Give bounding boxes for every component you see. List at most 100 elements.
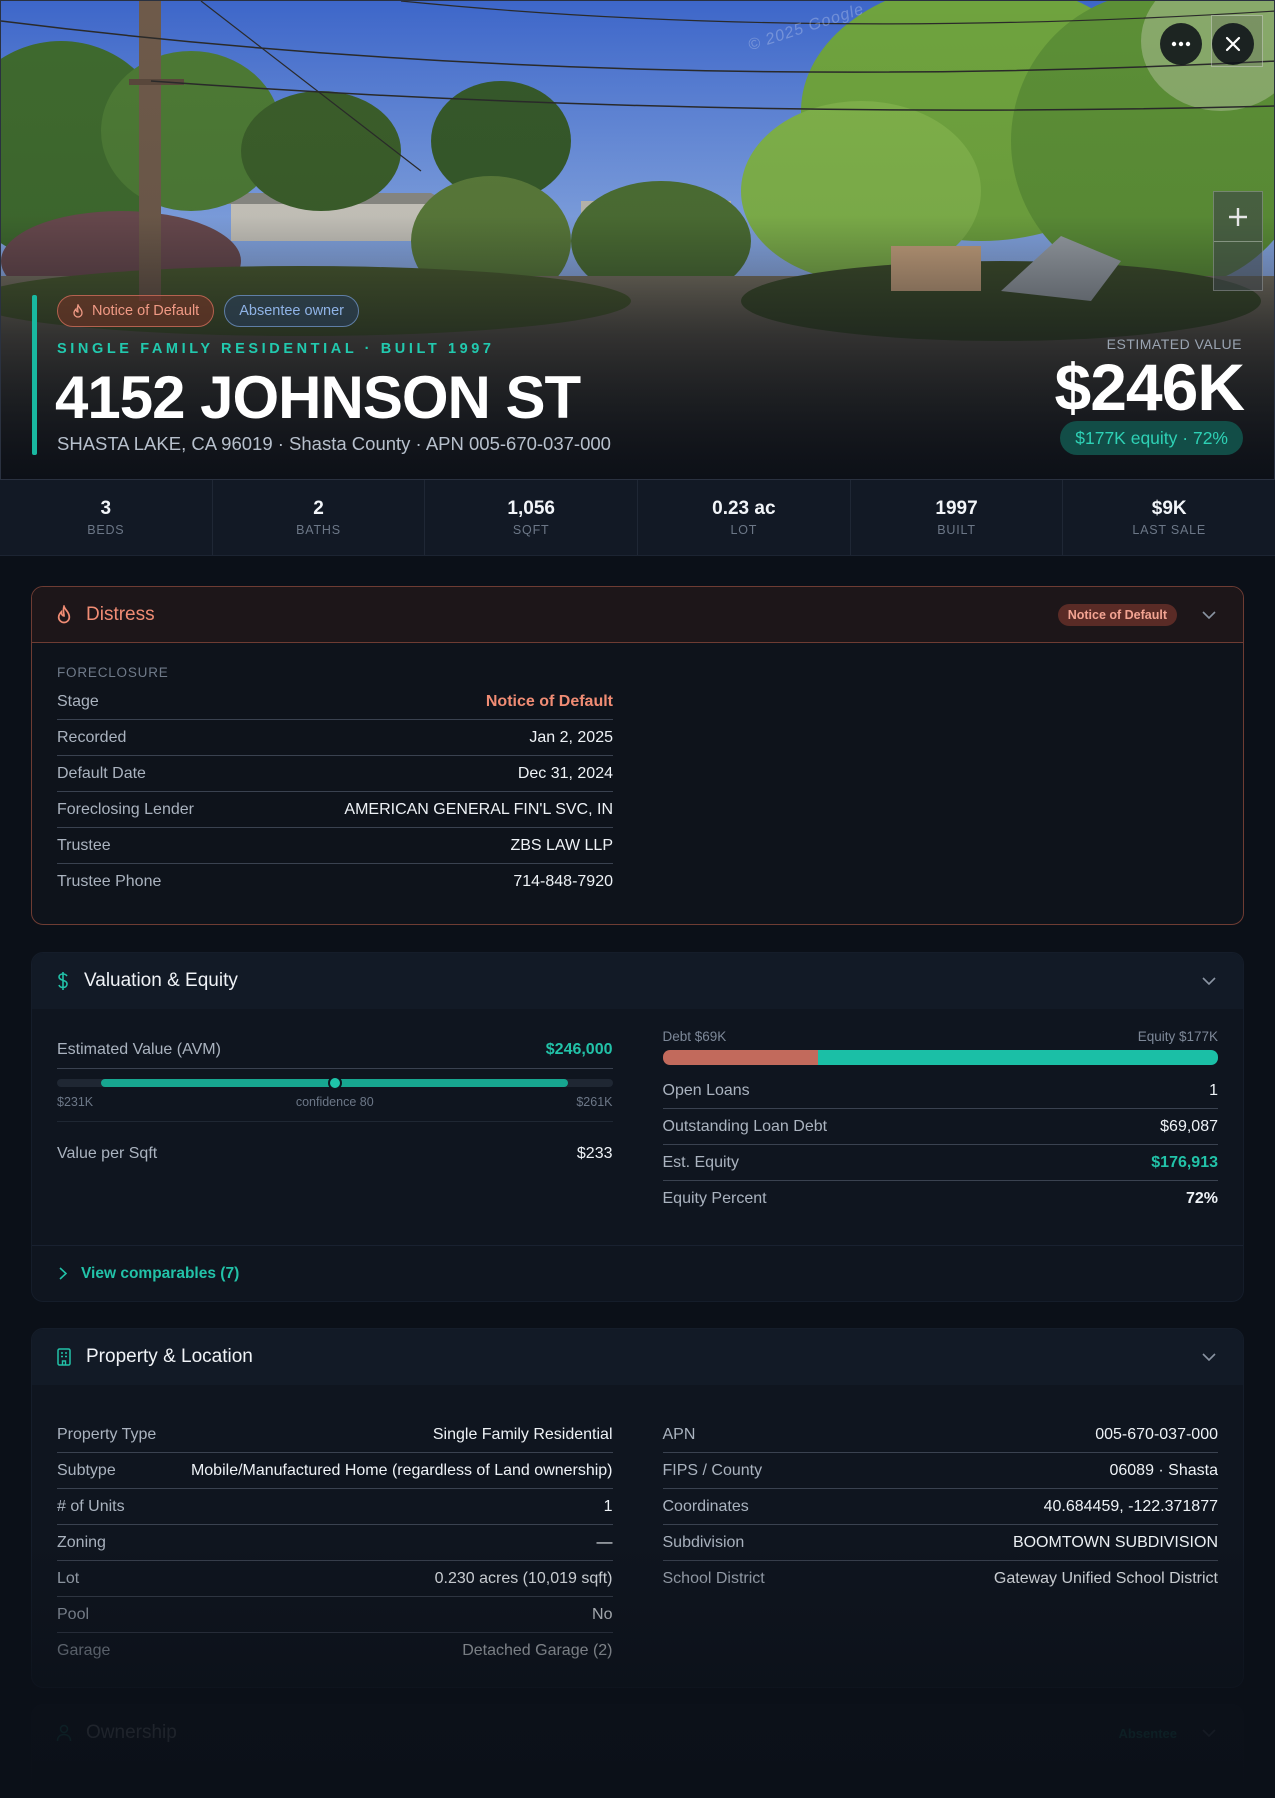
more-options-button[interactable] (1160, 23, 1202, 65)
valuation-card-header[interactable]: Valuation & Equity (32, 953, 1243, 1009)
notice-of-default-badge-label: Notice of Default (92, 303, 200, 319)
kv-key: Garage (57, 1642, 111, 1659)
kv-row-coordinates: Coordinates 40.684459, -122.371877 (662, 1489, 1218, 1525)
kv-value: Jan 2, 2025 (529, 728, 613, 746)
hero-photo: © 2025 Google Notice of Default Absentee… (0, 0, 1275, 480)
stat-value: 1,056 (507, 498, 555, 519)
kv-key: FIPS / County (662, 1461, 763, 1479)
equity-label: Equity $177K (1137, 1029, 1218, 1044)
zoom-in-button[interactable] (1214, 192, 1262, 242)
stat-lot: 0.23 ac LOT (638, 480, 851, 555)
kv-value: AMERICAN GENERAL FIN'L SVC, IN (344, 800, 613, 818)
property-card-header[interactable]: Property & Location (32, 1329, 1243, 1385)
distress-card-title: Distress (86, 603, 155, 625)
foreclosure-details: Stage Notice of Default Recorded Jan 2, … (57, 684, 613, 900)
kv-row-apn: APN 005-670-037-000 (662, 1417, 1218, 1453)
close-button[interactable] (1212, 23, 1254, 65)
hero-badges: Notice of Default Absentee owner (57, 295, 359, 327)
kv-key: Trustee Phone (57, 873, 162, 890)
range-marker (327, 1076, 342, 1090)
avm-value: $246,000 (545, 1040, 613, 1058)
stat-built: 1997 BUILT (851, 480, 1064, 555)
kv-key: Outstanding Loan Debt (662, 1117, 828, 1135)
kv-key: Foreclosing Lender (57, 800, 194, 818)
chevron-down-icon (1202, 1353, 1216, 1361)
kv-value: 1 (1209, 1081, 1218, 1099)
kv-value: $176,913 (1151, 1153, 1218, 1171)
property-right-column: APN 005-670-037-000 FIPS / County 06089 … (662, 1417, 1218, 1669)
stat-label: LAST SALE (1132, 523, 1207, 537)
property-location-card: Property & Location Property Type Single… (31, 1328, 1244, 1688)
kv-key: # of Units (57, 1497, 125, 1515)
stat-value: $9K (1151, 498, 1187, 519)
stat-value: 1997 (935, 498, 978, 519)
distress-card: Distress Notice of Default FORECLOSURE S… (31, 586, 1244, 925)
kv-key: Est. Equity (662, 1153, 739, 1171)
kv-key: Subtype (57, 1461, 116, 1479)
collapse-toggle[interactable] (1199, 1347, 1219, 1367)
kv-row-pool: Pool No (57, 1597, 613, 1633)
kv-value: ZBS LAW LLP (510, 836, 613, 854)
kv-row-stage: Stage Notice of Default (57, 684, 613, 720)
avm-row: Estimated Value (AVM) $246,000 (57, 1031, 613, 1069)
kv-value: — (596, 1533, 613, 1551)
property-stats-strip: 3 BEDS 2 BATHS 1,056 SQFT 0.23 ac LOT 19… (0, 480, 1275, 556)
kv-row-zoning: Zoning — (57, 1525, 613, 1561)
kv-row-garage: Garage Detached Garage (2) (57, 1633, 613, 1669)
avm-label: Estimated Value (AVM) (57, 1040, 221, 1058)
chevron-down-icon (1202, 610, 1216, 619)
kv-row-units: # of Units 1 (57, 1489, 613, 1525)
collapse-toggle[interactable] (1199, 605, 1219, 625)
ownership-card-header[interactable]: Ownership Absentee (32, 1705, 1243, 1761)
kv-value: $69,087 (1160, 1117, 1218, 1135)
notice-of-default-badge: Notice of Default (57, 295, 215, 327)
collapse-toggle[interactable] (1199, 1723, 1219, 1743)
kv-value: Detached Garage (2) (462, 1642, 613, 1659)
kv-value: 005-670-037-000 (1095, 1425, 1218, 1443)
avm-column: Estimated Value (AVM) $246,000 $231K con… (57, 1031, 613, 1217)
kv-key: School District (662, 1570, 765, 1587)
kv-row-subtype: Subtype Mobile/Manufactured Home (regard… (57, 1453, 613, 1489)
kv-key: Zoning (57, 1533, 106, 1551)
kv-row-subdivision: Subdivision BOOMTOWN SUBDIVISION (662, 1525, 1218, 1561)
kv-key: Property Type (57, 1425, 157, 1443)
chevron-down-icon (1202, 1729, 1216, 1737)
kv-value: Notice of Default (485, 692, 613, 710)
kv-value[interactable]: 714-848-7920 (513, 873, 613, 891)
stat-last-sale: $9K LAST SALE (1063, 480, 1275, 555)
collapse-toggle[interactable] (1199, 971, 1219, 991)
valuation-card: Valuation & Equity Estimated Value (AVM)… (31, 952, 1244, 1302)
close-icon (1225, 36, 1241, 52)
kv-key: Pool (57, 1605, 90, 1623)
property-left-column: Property Type Single Family Residential … (57, 1417, 613, 1669)
kv-value: 1 (603, 1497, 613, 1515)
avm-confidence-range (57, 1076, 613, 1090)
kv-row-open-loans: Open Loans 1 (662, 1073, 1218, 1109)
view-comparables-link[interactable]: View comparables (7) (32, 1245, 1243, 1301)
kv-row-outstanding-debt: Outstanding Loan Debt $69,087 (662, 1109, 1218, 1145)
kv-value: 06089 · Shasta (1109, 1461, 1218, 1479)
kv-key: Subdivision (662, 1533, 745, 1551)
kv-key: APN (662, 1425, 696, 1443)
debt-segment (662, 1050, 819, 1065)
flame-icon (57, 605, 71, 624)
estimated-value: $246K (1054, 350, 1245, 424)
kv-key: Recorded (57, 728, 127, 746)
distress-card-header[interactable]: Distress Notice of Default (32, 587, 1243, 643)
stat-label: SQFT (512, 523, 550, 537)
kv-key: Stage (57, 692, 99, 710)
property-address: 4152 JOHNSON ST (55, 364, 581, 431)
street-view-zoom-control (1213, 191, 1263, 291)
stat-label: BUILT (937, 523, 976, 537)
range-labels: $231K confidence 80 $261K (57, 1095, 613, 1122)
kv-key: Value per Sqft (57, 1145, 158, 1162)
kv-value: Mobile/Manufactured Home (regardless of … (190, 1461, 613, 1479)
equity-column: Debt $69K Equity $177K Open Loans 1 Outs… (662, 1021, 1218, 1217)
kv-value: No (592, 1605, 613, 1623)
ownership-card-title: Ownership (86, 1722, 177, 1743)
stat-beds: 3 BEDS (0, 480, 213, 555)
property-sub-address: SHASTA LAKE, CA 96019 · Shasta County · … (57, 433, 611, 454)
dollar-icon (58, 972, 68, 990)
stat-value: 2 (313, 498, 324, 519)
chevron-right-icon (59, 1267, 67, 1280)
